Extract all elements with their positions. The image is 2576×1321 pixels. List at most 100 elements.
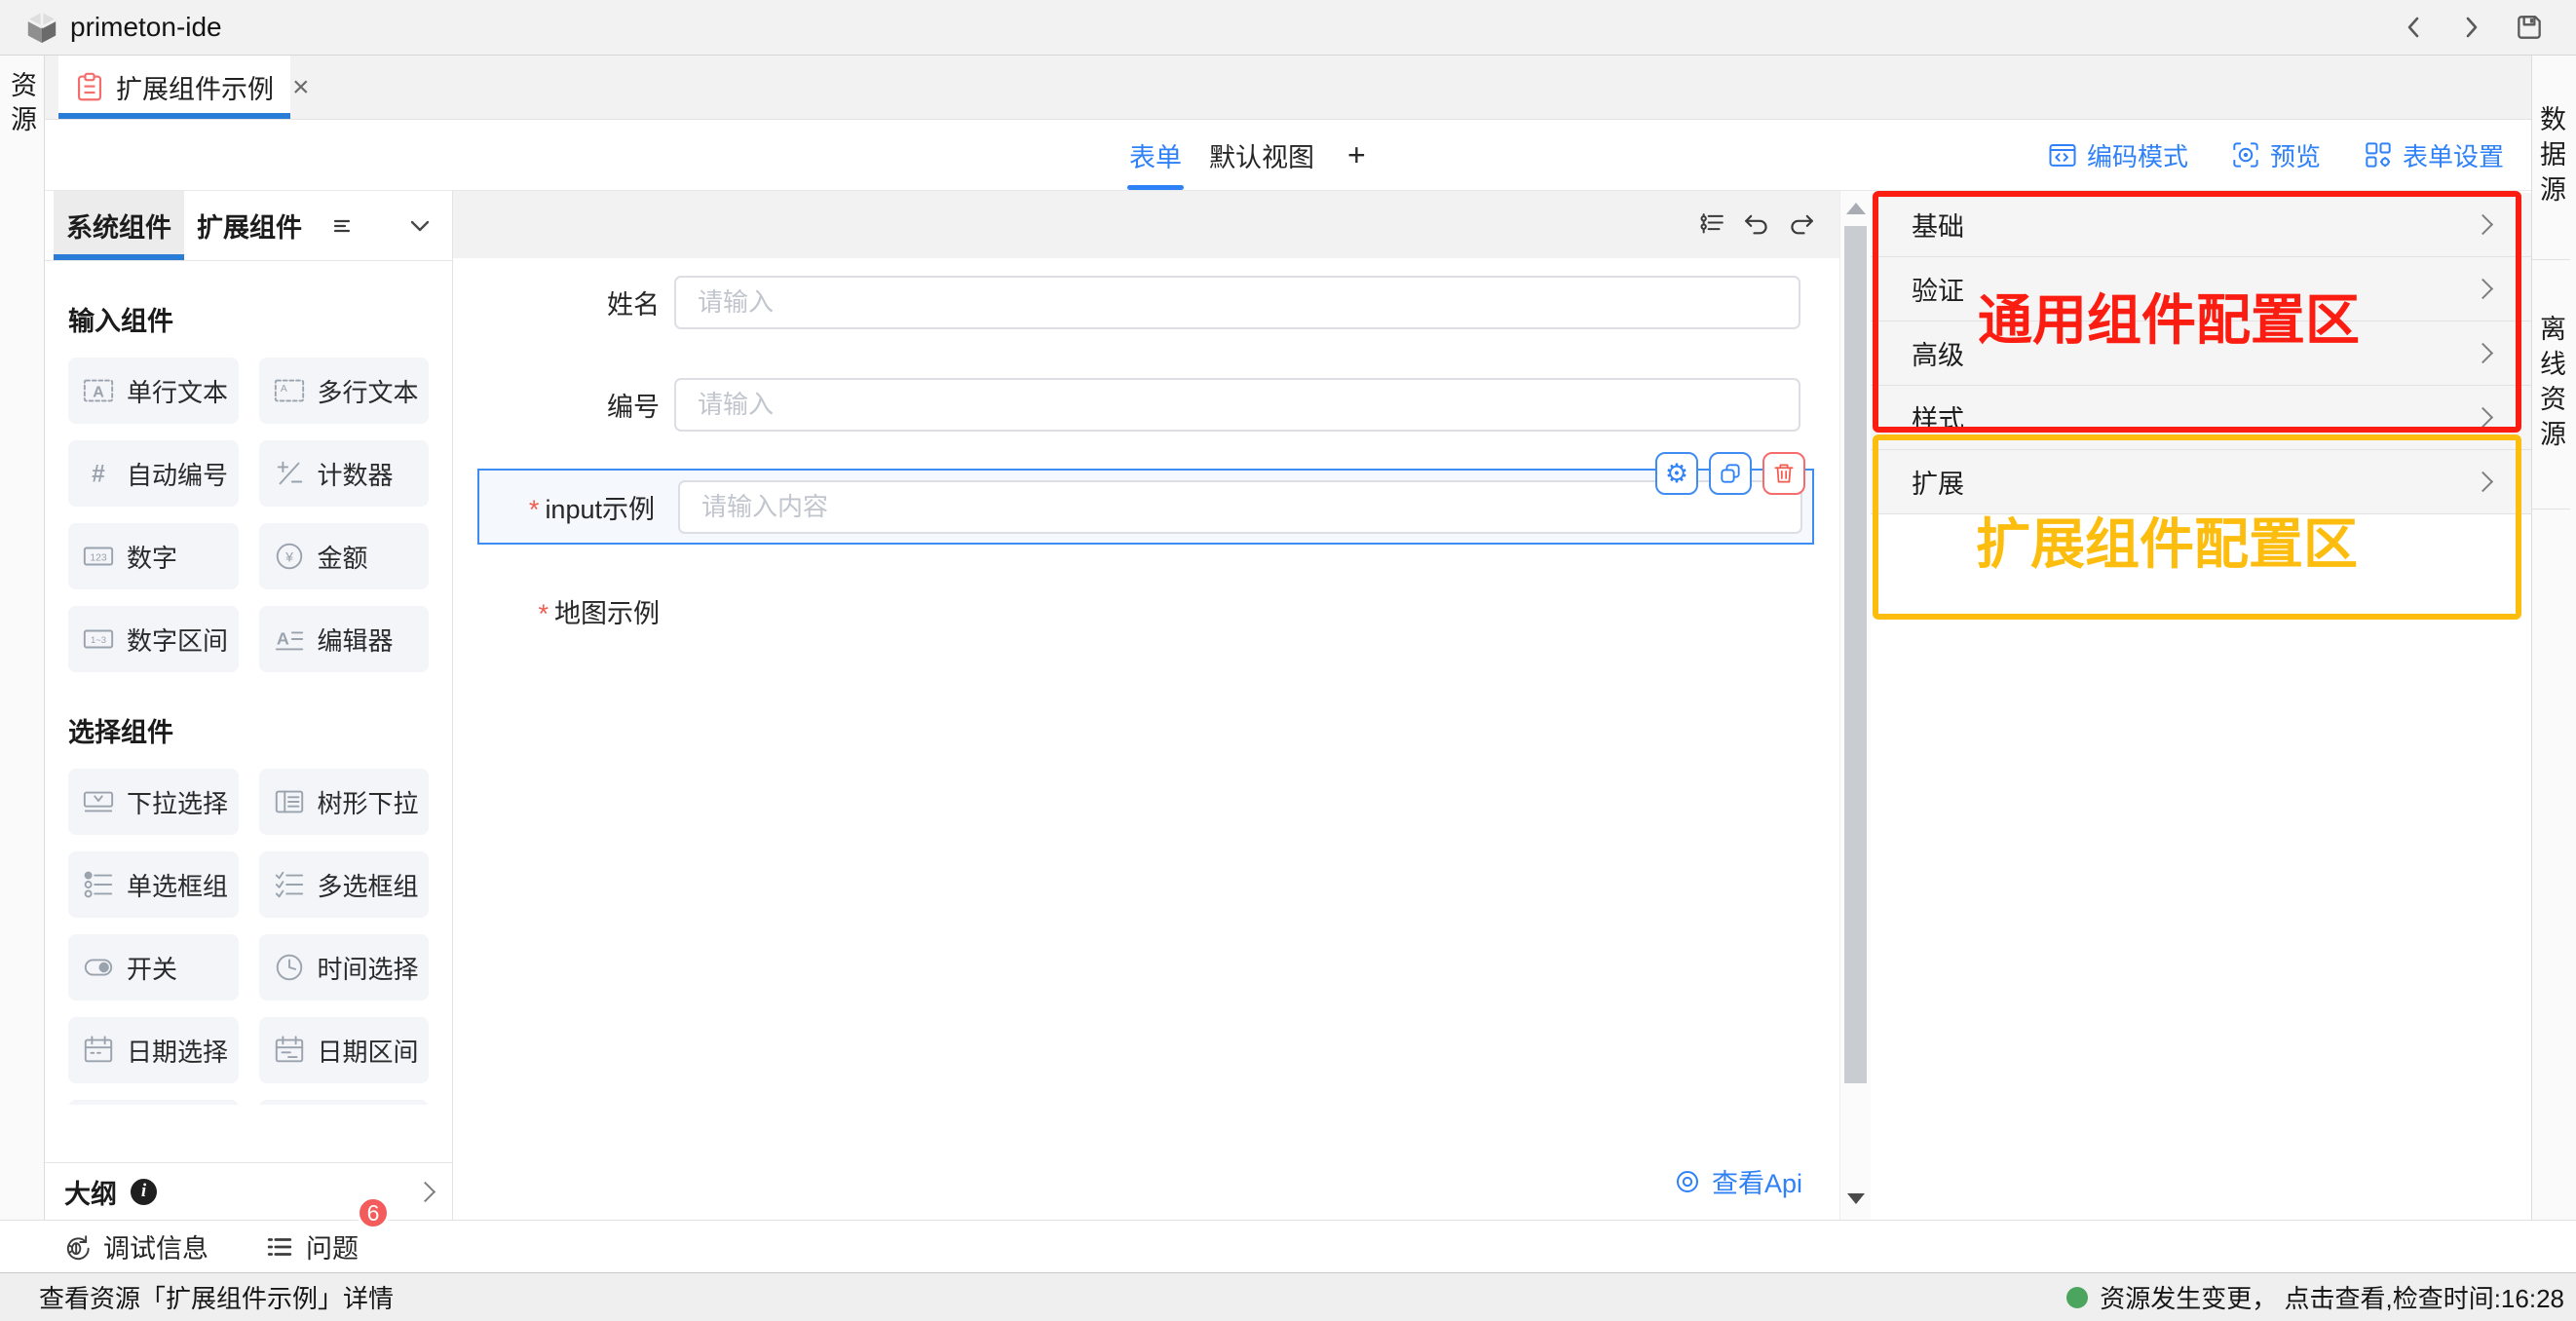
tab-form[interactable]: 表单 xyxy=(1127,120,1184,190)
chevron-right-icon xyxy=(2473,279,2493,299)
chevron-right-icon[interactable] xyxy=(415,1181,436,1201)
component-item-number-range[interactable]: 1~3数字区间 xyxy=(68,606,239,672)
component-item-color-picker[interactable]: 颜色选择 xyxy=(259,1100,430,1105)
config-panel: 基础验证高级样式扩展 通用组件配置区 扩展组件配置区 xyxy=(1871,191,2531,1220)
preview-icon xyxy=(2231,140,2260,170)
outline-bar[interactable]: 大纲 i xyxy=(45,1162,452,1220)
copy-icon xyxy=(1718,461,1743,486)
info-icon: i xyxy=(131,1179,157,1205)
doc-tab[interactable]: 扩展组件示例 × xyxy=(58,56,290,119)
code-mode-button[interactable]: 编码模式 xyxy=(2048,137,2188,173)
view-api-link[interactable]: 查看Api xyxy=(1673,1162,1802,1200)
config-section-advanced[interactable]: 高级 xyxy=(1871,321,2531,386)
component-item-date-range[interactable]: 日期区间 xyxy=(259,1017,430,1083)
forward-icon[interactable] xyxy=(2457,14,2484,41)
tab-extension-components[interactable]: 扩展组件 xyxy=(184,191,315,260)
scroll-down-icon[interactable] xyxy=(1847,1193,1865,1204)
status-message: 查看资源「扩展组件示例」详情 xyxy=(39,1279,394,1315)
rail-resources[interactable]: 资源 xyxy=(3,71,41,139)
component-item-multi-line-text[interactable]: A多行文本 xyxy=(259,358,430,424)
code-mode-icon xyxy=(2048,140,2077,170)
svg-text:1~3: 1~3 xyxy=(91,635,106,646)
input-example-input[interactable] xyxy=(678,480,1802,534)
svg-text:A: A xyxy=(276,629,288,649)
date-picker-icon xyxy=(82,1034,115,1067)
form-row-name[interactable]: 姓名 xyxy=(453,276,1800,329)
component-item-tree-select[interactable]: 树形下拉 xyxy=(259,769,430,835)
component-item-number[interactable]: 123数字 xyxy=(68,523,239,589)
component-item-counter[interactable]: 计数器 xyxy=(259,440,430,507)
scroll-up-icon[interactable] xyxy=(1846,203,1866,214)
view-tab-bar: 表单 默认视图 + 编码模式 预览 xyxy=(45,120,2531,191)
component-item-radio-group[interactable]: 单选框组 xyxy=(68,851,239,918)
components-panel: 系统组件 扩展组件 输入组件A单行文本A多行文本#自动编号计数器123数字¥金额… xyxy=(45,191,453,1220)
tree-select-icon xyxy=(273,785,306,818)
number-input[interactable] xyxy=(674,378,1800,432)
problems-button[interactable]: 问题 6 xyxy=(265,1227,359,1265)
trash-icon xyxy=(1771,461,1797,486)
single-line-text-icon: A xyxy=(82,374,115,407)
debug-info-button[interactable]: 调试信息 xyxy=(62,1227,208,1265)
status-green-dot-icon xyxy=(2066,1287,2088,1308)
component-item-time-picker[interactable]: 时间选择 xyxy=(259,934,430,1000)
component-item-checkbox-group[interactable]: 多选框组 xyxy=(259,851,430,918)
tab-system-components[interactable]: 系统组件 xyxy=(54,191,184,260)
form-row-map-example[interactable]: *地图示例 xyxy=(453,585,660,638)
debug-icon xyxy=(62,1232,92,1262)
section-title: 选择组件 xyxy=(68,711,429,749)
required-mark: * xyxy=(538,599,549,628)
components-list: 输入组件A单行文本A多行文本#自动编号计数器123数字¥金额1~3数字区间A编辑… xyxy=(45,261,452,1105)
component-item-date-picker[interactable]: 日期选择 xyxy=(68,1017,239,1083)
component-item-currency[interactable]: ¥金额 xyxy=(259,523,430,589)
config-section-style[interactable]: 样式 xyxy=(1871,386,2531,450)
form-row-input-example-selected[interactable]: *input示例 ⚙ xyxy=(477,469,1814,545)
form-design-area: 姓名 编号 *input示例 ⚙ xyxy=(453,258,1839,1220)
checkbox-group-icon xyxy=(273,868,306,901)
form-canvas: 姓名 编号 *input示例 ⚙ xyxy=(453,191,1839,1220)
name-input[interactable] xyxy=(674,276,1800,329)
svg-text:123: 123 xyxy=(90,552,107,563)
form-settings-icon xyxy=(2364,140,2393,170)
form-settings-button[interactable]: 表单设置 xyxy=(2364,137,2504,173)
close-icon[interactable]: × xyxy=(292,73,310,102)
config-section-validation[interactable]: 验证 xyxy=(1871,257,2531,321)
scrollbar-thumb[interactable] xyxy=(1844,226,1867,1083)
form-row-number[interactable]: 编号 xyxy=(453,378,1800,432)
resource-change-notice[interactable]: 资源发生变更， 点击查看,检查时间:16:28 xyxy=(2066,1279,2564,1315)
component-item-single-line-text[interactable]: A单行文本 xyxy=(68,358,239,424)
chevron-right-icon xyxy=(2473,343,2493,363)
dropdown-icon xyxy=(82,785,115,818)
component-item-switch[interactable]: 开关 xyxy=(68,934,239,1000)
canvas-toolbar xyxy=(453,191,1839,258)
component-item-rating[interactable]: 评分 xyxy=(68,1100,239,1105)
right-rail: 数据源 离线资源 xyxy=(2531,56,2576,1220)
panel-list-icon[interactable] xyxy=(330,214,354,238)
number-icon: 123 xyxy=(82,540,115,573)
outline-tree-icon[interactable] xyxy=(1697,210,1726,240)
delete-button[interactable] xyxy=(1762,452,1805,495)
preview-button[interactable]: 预览 xyxy=(2231,137,2321,173)
component-item-auto-number[interactable]: #自动编号 xyxy=(68,440,239,507)
status-bar: 查看资源「扩展组件示例」详情 资源发生变更， 点击查看,检查时间:16:28 xyxy=(0,1272,2576,1321)
config-section-extension[interactable]: 扩展 xyxy=(1871,450,2531,514)
copy-button[interactable] xyxy=(1709,452,1752,495)
config-section-basic[interactable]: 基础 xyxy=(1871,193,2531,257)
back-icon[interactable] xyxy=(2401,14,2428,41)
date-range-icon xyxy=(273,1034,306,1067)
save-icon[interactable] xyxy=(2514,12,2545,43)
component-item-dropdown[interactable]: 下拉选择 xyxy=(68,769,239,835)
rail-data-sources[interactable]: 数据源 xyxy=(2532,56,2570,260)
rail-offline-resources[interactable]: 离线资源 xyxy=(2532,260,2570,510)
tab-default-view[interactable]: 默认视图 xyxy=(1207,120,1316,190)
app-window: primeton-ide 资源 扩展组件示 xyxy=(0,0,2576,1321)
redo-icon[interactable] xyxy=(1787,210,1816,240)
svg-text:A: A xyxy=(93,384,104,401)
undo-icon[interactable] xyxy=(1742,210,1771,240)
chevron-down-icon[interactable] xyxy=(407,213,433,239)
radio-group-icon xyxy=(82,868,115,901)
gear-button[interactable]: ⚙ xyxy=(1655,452,1698,495)
canvas-scrollbar[interactable] xyxy=(1839,191,1871,1220)
component-item-editor[interactable]: A编辑器 xyxy=(259,606,430,672)
add-view-button[interactable]: + xyxy=(1340,120,1374,190)
clipboard-icon xyxy=(76,72,103,102)
